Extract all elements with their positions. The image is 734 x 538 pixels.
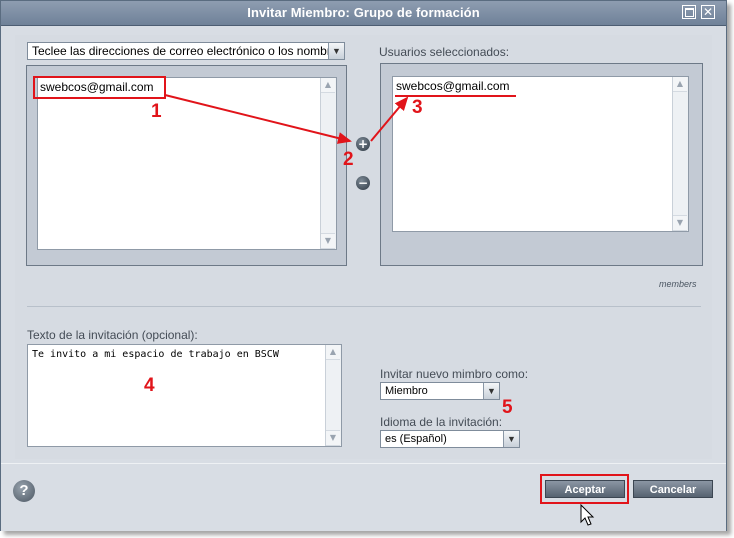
language-select[interactable]: es (Español) ▼ [380, 430, 520, 448]
scroll-up-icon[interactable]: ▲ [673, 77, 687, 92]
scroll-up-icon[interactable]: ▲ [321, 78, 335, 93]
selected-users-label: Usuarios seleccionados: [379, 45, 510, 59]
language-value: es (Español) [385, 433, 447, 445]
address-input-box[interactable]: swebcos@gmail.com ▲ ▼ [37, 77, 337, 250]
help-icon[interactable]: ? [13, 480, 35, 502]
annotation-number-2: 2 [343, 149, 354, 170]
annotation-number-4: 4 [144, 375, 155, 396]
invitation-text: Te invito a mi espacio de trabajo en BSC… [32, 349, 279, 360]
close-icon[interactable]: ✕ [701, 5, 715, 19]
chevron-down-icon[interactable]: ▼ [503, 431, 519, 447]
selected-users-list[interactable]: swebcos@gmail.com ▲ ▼ [392, 76, 689, 232]
dialog-footer: ? Aceptar Cancelar [1, 463, 726, 531]
scrollbar[interactable]: ▲ ▼ [320, 78, 336, 249]
window-title: Invitar Miembro: Grupo de formación [247, 5, 480, 20]
address-type-value: Teclee las direcciones de correo electró… [32, 44, 344, 58]
selected-users-panel: swebcos@gmail.com ▲ ▼ [380, 63, 703, 266]
annotation-number-1: 1 [151, 101, 162, 122]
address-type-select[interactable]: Teclee las direcciones de correo electró… [27, 42, 345, 60]
cancel-button[interactable]: Cancelar [633, 480, 713, 498]
scroll-down-icon[interactable]: ▼ [673, 215, 687, 231]
scroll-down-icon[interactable]: ▼ [326, 430, 340, 446]
scrollbar[interactable]: ▲ ▼ [672, 77, 688, 231]
language-label: Idioma de la invitación: [380, 415, 503, 429]
maximize-icon[interactable] [682, 5, 696, 19]
members-link[interactable]: members [659, 279, 697, 289]
invite-as-label: Invitar nuevo mimbro como: [380, 367, 529, 381]
annotation-number-5: 5 [502, 397, 513, 418]
chevron-down-icon[interactable]: ▼ [328, 43, 344, 59]
mouse-cursor-icon [580, 504, 595, 526]
role-value: Miembro [385, 385, 428, 397]
chevron-down-icon[interactable]: ▼ [483, 383, 499, 399]
section-divider [27, 306, 701, 307]
remove-user-button[interactable]: − [356, 176, 370, 190]
scroll-down-icon[interactable]: ▼ [321, 233, 335, 249]
scrollbar[interactable]: ▲ ▼ [325, 345, 341, 446]
title-bar: Invitar Miembro: Grupo de formación ✕ [1, 1, 726, 26]
selected-user-entry[interactable]: swebcos@gmail.com [396, 79, 510, 93]
email-highlight-box [33, 76, 166, 99]
accept-button[interactable]: Aceptar [545, 480, 625, 498]
invitation-text-label: Texto de la invitación (opcional): [27, 328, 198, 342]
scroll-up-icon[interactable]: ▲ [326, 345, 340, 360]
role-select[interactable]: Miembro ▼ [380, 382, 500, 400]
add-user-button[interactable]: + [356, 137, 370, 151]
annotation-number-3: 3 [412, 97, 423, 118]
invitation-textarea[interactable]: Te invito a mi espacio de trabajo en BSC… [27, 344, 342, 447]
